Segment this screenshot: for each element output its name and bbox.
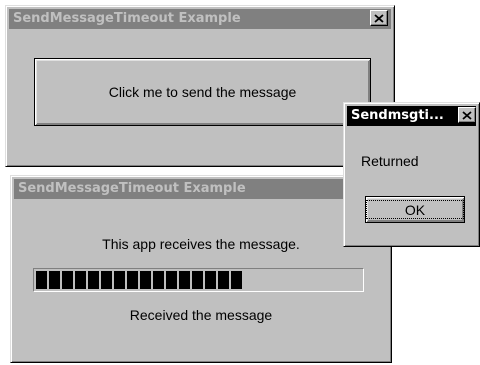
dialog-title: Sendmsgti...: [351, 108, 444, 123]
receiver-window-titlebar[interactable]: SendMessageTimeout Example: [14, 179, 388, 199]
receiver-window: SendMessageTimeout Example This app rece…: [10, 175, 392, 363]
progress-segment: [49, 271, 60, 289]
progress-bar-fill: [36, 271, 361, 289]
sender-window-title: SendMessageTimeout Example: [13, 11, 241, 26]
close-icon: [374, 13, 384, 23]
progress-segment: [62, 271, 73, 289]
dialog-titlebar[interactable]: Sendmsgti...: [347, 106, 476, 126]
receiver-window-title: SendMessageTimeout Example: [18, 181, 246, 196]
sender-window: SendMessageTimeout Example Click me to s…: [5, 5, 395, 167]
ok-button-focus: OK: [365, 200, 465, 219]
ok-button[interactable]: OK: [365, 196, 465, 223]
progress-segment: [231, 271, 242, 289]
sender-window-titlebar[interactable]: SendMessageTimeout Example: [9, 9, 391, 29]
progress-segment: [75, 271, 86, 289]
receiver-status-text: Received the message: [129, 307, 273, 323]
send-message-button-label: Click me to send the message: [108, 84, 297, 100]
progress-segment: [114, 271, 125, 289]
sender-close-button[interactable]: [370, 10, 388, 26]
progress-segment: [101, 271, 112, 289]
dialog-close-button[interactable]: [458, 107, 476, 123]
progress-segment: [166, 271, 177, 289]
progress-segment: [218, 271, 229, 289]
progress-segment: [153, 271, 164, 289]
result-dialog: Sendmsgti... Returned OK: [343, 102, 480, 247]
progress-segment: [205, 271, 216, 289]
progress-segment: [127, 271, 138, 289]
ok-button-label: OK: [404, 202, 426, 218]
progress-segment: [192, 271, 203, 289]
close-icon: [462, 110, 472, 120]
progress-bar: [33, 268, 364, 292]
progress-segment: [179, 271, 190, 289]
dialog-message: Returned: [361, 153, 419, 169]
receiver-info-text: This app receives the message.: [102, 236, 300, 252]
send-message-button[interactable]: Click me to send the message: [34, 58, 371, 126]
progress-segment: [36, 271, 47, 289]
progress-segment: [140, 271, 151, 289]
progress-segment: [88, 271, 99, 289]
